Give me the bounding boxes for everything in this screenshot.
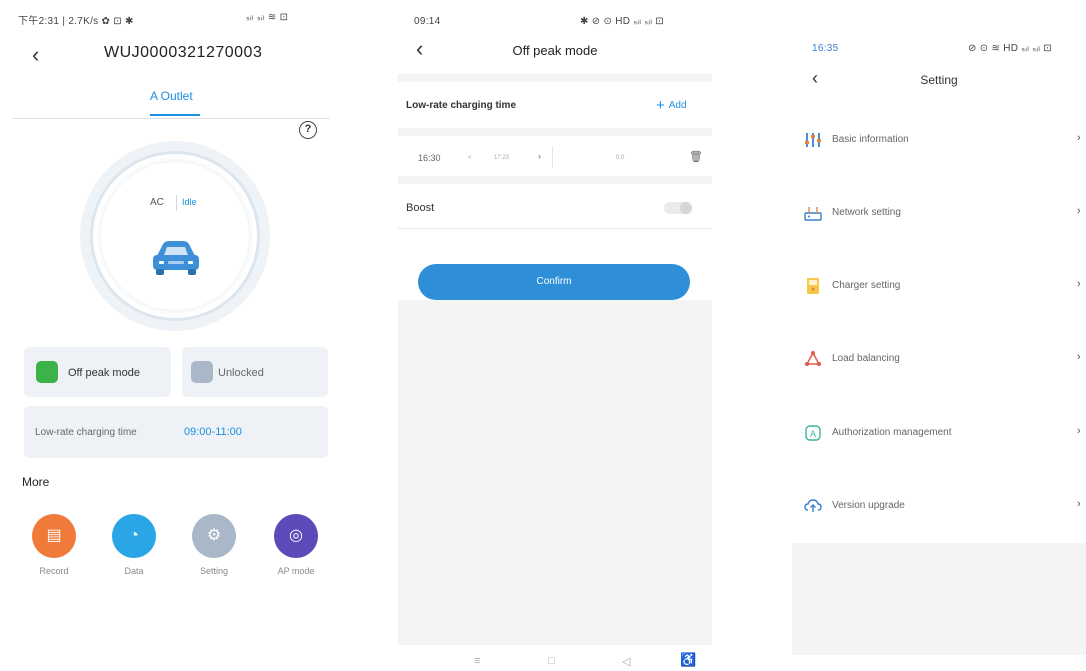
menu-icon[interactable]: ≡	[474, 655, 480, 667]
setting-screen: 16:35 ⊘ ⊙ ≋ HD ₛᵢₗ ₛᵢₗ ⊡ ‹ Setting Basic…	[792, 0, 1086, 671]
status-bar-right: ✱ ⊘ ⊙ HD ₛᵢₗ ₛᵢₗ ⊡	[580, 16, 664, 27]
authorization-management-item[interactable]: A Authorization management ›	[792, 414, 1086, 454]
ac-label: AC	[150, 197, 164, 208]
empty-area	[792, 543, 1086, 655]
time-end: 0.0	[616, 155, 625, 161]
toggle-knob	[680, 202, 692, 214]
basic-information-item[interactable]: Basic information ›	[792, 121, 1086, 161]
device-screen: 下午2:31 | 2.7K/s ✿ ⊡ ✱ ₛᵢₗ ₛᵢₗ ≋ ⊡ ‹ WUJ0…	[12, 0, 342, 671]
status-ring-inner	[101, 162, 249, 310]
network-setting-item[interactable]: Network setting ›	[792, 194, 1086, 234]
trash-icon[interactable]: 🗑	[689, 150, 703, 163]
triangle-nodes-icon	[804, 350, 822, 368]
accessibility-icon[interactable]: ♿	[680, 652, 696, 668]
data-button[interactable]: ◔	[112, 514, 156, 558]
back-nav-icon[interactable]: ◁	[622, 655, 630, 668]
page-title: Off peak mode	[512, 43, 598, 58]
boost-toggle[interactable]	[664, 202, 692, 214]
ap-mode-button[interactable]: ◎	[274, 514, 318, 558]
time-arrow-left: <	[468, 155, 472, 161]
status-bar-left: 09:14	[414, 16, 441, 27]
ap-mode-label: AP mode	[277, 566, 315, 576]
time-start[interactable]: 16:30	[418, 153, 441, 163]
page-title: Setting	[920, 73, 958, 87]
low-rate-card[interactable]: Low-rate charging time 09:00-11:00	[24, 406, 328, 458]
charger-setting-label: Charger setting	[832, 280, 901, 291]
chevron-right-icon: ›	[1077, 205, 1081, 217]
state-label: Idle	[182, 197, 197, 207]
add-label: Add	[668, 100, 687, 111]
chevron-right-icon: ›	[1077, 278, 1081, 290]
basic-information-label: Basic information	[832, 134, 909, 145]
ac-separator	[176, 195, 177, 211]
car-icon	[151, 238, 201, 283]
data-label: Data	[124, 566, 144, 576]
status-bar-right: ₛᵢₗ ₛᵢₗ ≋ ⊡	[246, 12, 289, 23]
chevron-right-icon: ›	[1077, 498, 1081, 510]
tab-divider	[12, 118, 330, 119]
row-divider	[398, 228, 712, 229]
svg-text:A: A	[810, 429, 816, 439]
chevron-right-icon: ›	[1077, 351, 1081, 363]
low-rate-value: 09:00-11:00	[184, 426, 242, 438]
off-peak-label: Off peak mode	[68, 367, 140, 379]
more-heading: More	[22, 475, 50, 489]
help-icon[interactable]: ?	[299, 121, 317, 139]
time-separator	[552, 146, 553, 168]
off-peak-mode-card[interactable]: Off peak mode	[24, 347, 171, 397]
shield-a-icon: A	[804, 424, 822, 442]
status-bar-left: 16:35	[812, 43, 839, 54]
empty-area	[398, 300, 712, 645]
setting-button[interactable]: ⚙	[192, 514, 236, 558]
network-setting-label: Network setting	[832, 207, 901, 218]
home-icon[interactable]: □	[548, 655, 555, 667]
tab-indicator	[150, 114, 200, 116]
boost-label: Boost	[406, 202, 435, 214]
charger-icon	[804, 277, 822, 295]
version-upgrade-item[interactable]: Version upgrade ›	[792, 487, 1086, 527]
unlocked-label: Unlocked	[218, 367, 264, 379]
low-rate-label: Low-rate charging time	[35, 427, 137, 438]
section-gap	[398, 74, 712, 82]
chevron-right-icon: ›	[1077, 132, 1081, 144]
section-gap	[398, 176, 712, 184]
record-button[interactable]: ▤	[32, 514, 76, 558]
off-peak-icon	[36, 361, 58, 383]
authorization-management-label: Authorization management	[832, 427, 952, 438]
chevron-right-icon: ›	[1077, 425, 1081, 437]
time-mid[interactable]: 17:23	[494, 155, 509, 161]
system-nav-bar: ≡ □ ◁ ♿	[398, 645, 712, 671]
low-rate-section-label: Low-rate charging time	[406, 100, 517, 111]
device-title: WUJ0000321270003	[104, 44, 263, 61]
status-bar-right: ⊘ ⊙ ≋ HD ₛᵢₗ ₛᵢₗ ⊡	[968, 43, 1052, 54]
record-label: Record	[39, 566, 69, 576]
load-balancing-item[interactable]: Load balancing ›	[792, 340, 1086, 380]
time-chevron: ›	[538, 151, 541, 161]
load-balancing-label: Load balancing	[832, 353, 900, 364]
section-gap	[398, 128, 712, 136]
router-icon	[804, 204, 822, 222]
version-upgrade-label: Version upgrade	[832, 500, 905, 511]
plus-icon: +	[656, 97, 665, 114]
off-peak-screen: 09:14 ✱ ⊘ ⊙ HD ₛᵢₗ ₛᵢₗ ⊡ ‹ Off peak mode…	[398, 0, 712, 671]
back-button[interactable]: ‹	[32, 44, 39, 66]
unlocked-card[interactable]: Unlocked	[182, 347, 328, 397]
setting-label: Setting	[199, 566, 229, 576]
sliders-icon	[804, 131, 822, 149]
tab-a-outlet[interactable]: A Outlet	[150, 89, 193, 103]
confirm-button[interactable]: Confirm	[418, 264, 690, 300]
charger-setting-item[interactable]: Charger setting ›	[792, 267, 1086, 307]
lock-icon	[191, 361, 213, 383]
add-button[interactable]: + Add	[656, 97, 687, 114]
cloud-upload-icon	[804, 497, 822, 515]
status-bar-left: 下午2:31 | 2.7K/s ✿ ⊡ ✱	[18, 16, 134, 27]
